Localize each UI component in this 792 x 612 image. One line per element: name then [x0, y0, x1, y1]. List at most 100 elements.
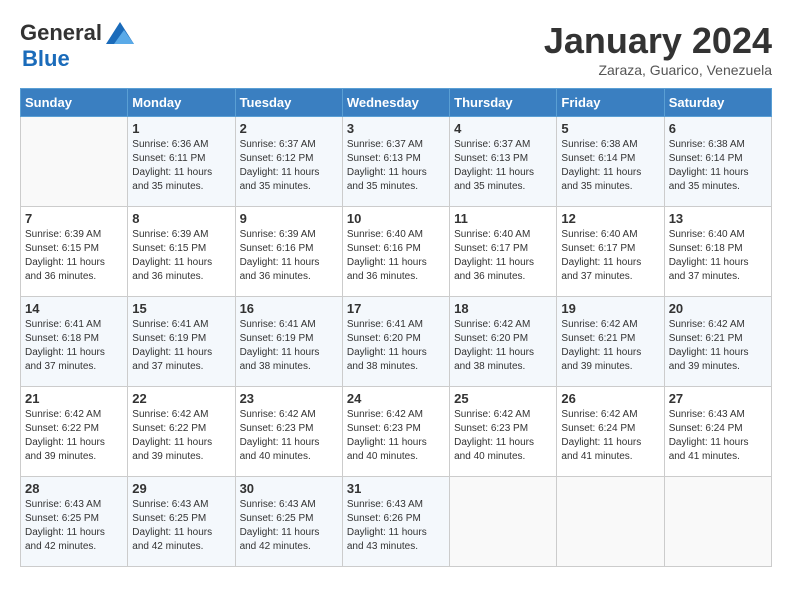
calendar-cell: 17 Sunrise: 6:41 AMSunset: 6:20 PMDayligh… [342, 297, 449, 387]
day-info: Sunrise: 6:38 AMSunset: 6:14 PMDaylight:… [561, 138, 659, 194]
day-number: 10 [347, 211, 445, 226]
day-number: 4 [454, 121, 552, 136]
calendar-cell: 23 Sunrise: 6:42 AMSunset: 6:23 PMDayligh… [235, 387, 342, 477]
day-number: 8 [132, 211, 230, 226]
weekday-header: Wednesday [342, 89, 449, 117]
day-info: Sunrise: 6:42 AMSunset: 6:22 PMDaylight:… [132, 408, 230, 464]
calendar-cell: 15Sunrise: 6:41 AMSunset: 6:19 PMDayligh… [128, 297, 235, 387]
calendar-cell [21, 117, 128, 207]
day-info: Sunrise: 6:40 AMSunset: 6:16 PMDaylight:… [347, 228, 445, 284]
calendar-week-row: 7Sunrise: 6:39 AMSunset: 6:15 PMDaylight… [21, 207, 772, 297]
weekday-header: Saturday [664, 89, 771, 117]
calendar-cell: 24 Sunrise: 6:42 AMSunset: 6:23 PMDayligh… [342, 387, 449, 477]
weekday-header: Friday [557, 89, 664, 117]
calendar-cell: 27 Sunrise: 6:43 AMSunset: 6:24 PMDayligh… [664, 387, 771, 477]
calendar-cell [450, 477, 557, 567]
day-number: 9 [240, 211, 338, 226]
day-info: Sunrise: 6:39 AMSunset: 6:15 PMDaylight:… [25, 228, 123, 284]
calendar-week-row: 21 Sunrise: 6:42 AMSunset: 6:22 PMDayligh… [21, 387, 772, 477]
calendar-cell: 13 Sunrise: 6:40 AMSunset: 6:18 PMDayligh… [664, 207, 771, 297]
calendar-cell: 22 Sunrise: 6:42 AMSunset: 6:22 PMDayligh… [128, 387, 235, 477]
day-info: Sunrise: 6:39 AMSunset: 6:15 PMDaylight:… [132, 228, 230, 284]
calendar-cell: 7Sunrise: 6:39 AMSunset: 6:15 PMDaylight… [21, 207, 128, 297]
day-info: Sunrise: 6:43 AMSunset: 6:26 PMDaylight:… [347, 498, 445, 554]
day-info: Sunrise: 6:38 AMSunset: 6:14 PMDaylight:… [669, 138, 767, 194]
day-info: Sunrise: 6:43 AMSunset: 6:25 PMDaylight:… [25, 498, 123, 554]
calendar-week-row: 14 Sunrise: 6:41 AMSunset: 6:18 PMDayligh… [21, 297, 772, 387]
day-number: 29 [132, 481, 230, 496]
calendar-cell: 14 Sunrise: 6:41 AMSunset: 6:18 PMDayligh… [21, 297, 128, 387]
day-number: 20 [669, 301, 767, 316]
title-area: January 2024 Zaraza, Guarico, Venezuela [544, 20, 772, 78]
day-info: Sunrise: 6:40 AMSunset: 6:17 PMDaylight:… [561, 228, 659, 284]
day-info: Sunrise: 6:42 AMSunset: 6:24 PMDaylight:… [561, 408, 659, 464]
day-info: Sunrise: 6:42 AMSunset: 6:23 PMDaylight:… [347, 408, 445, 464]
calendar-cell: 9 Sunrise: 6:39 AMSunset: 6:16 PMDaylight… [235, 207, 342, 297]
weekday-header: Sunday [21, 89, 128, 117]
day-number: 16 [240, 301, 338, 316]
day-info: Sunrise: 6:42 AMSunset: 6:23 PMDaylight:… [240, 408, 338, 464]
day-info: Sunrise: 6:41 AMSunset: 6:20 PMDaylight:… [347, 318, 445, 374]
day-info: Sunrise: 6:42 AMSunset: 6:22 PMDaylight:… [25, 408, 123, 464]
day-info: Sunrise: 6:43 AMSunset: 6:25 PMDaylight:… [132, 498, 230, 554]
calendar-cell: 28 Sunrise: 6:43 AMSunset: 6:25 PMDayligh… [21, 477, 128, 567]
calendar-cell: 16Sunrise: 6:41 AMSunset: 6:19 PMDayligh… [235, 297, 342, 387]
day-info: Sunrise: 6:36 AMSunset: 6:11 PMDaylight:… [132, 138, 230, 194]
calendar-cell: 4Sunrise: 6:37 AMSunset: 6:13 PMDaylight… [450, 117, 557, 207]
day-info: Sunrise: 6:39 AMSunset: 6:16 PMDaylight:… [240, 228, 338, 284]
day-number: 25 [454, 391, 552, 406]
calendar-cell: 1 Sunrise: 6:36 AMSunset: 6:11 PMDaylight… [128, 117, 235, 207]
day-number: 13 [669, 211, 767, 226]
day-number: 18 [454, 301, 552, 316]
day-number: 27 [669, 391, 767, 406]
day-info: Sunrise: 6:37 AMSunset: 6:13 PMDaylight:… [347, 138, 445, 194]
weekday-header: Thursday [450, 89, 557, 117]
calendar-cell: 8 Sunrise: 6:39 AMSunset: 6:15 PMDaylight… [128, 207, 235, 297]
day-number: 6 [669, 121, 767, 136]
day-number: 1 [132, 121, 230, 136]
month-title: January 2024 [544, 20, 772, 62]
day-info: Sunrise: 6:40 AMSunset: 6:17 PMDaylight:… [454, 228, 552, 284]
calendar-cell: 12 Sunrise: 6:40 AMSunset: 6:17 PMDayligh… [557, 207, 664, 297]
calendar-cell: 25 Sunrise: 6:42 AMSunset: 6:23 PMDayligh… [450, 387, 557, 477]
day-info: Sunrise: 6:42 AMSunset: 6:23 PMDaylight:… [454, 408, 552, 464]
logo-text-general: General [20, 20, 102, 46]
day-number: 11 [454, 211, 552, 226]
day-number: 23 [240, 391, 338, 406]
calendar-cell: 5 Sunrise: 6:38 AMSunset: 6:14 PMDaylight… [557, 117, 664, 207]
weekday-header: Tuesday [235, 89, 342, 117]
day-number: 17 [347, 301, 445, 316]
day-info: Sunrise: 6:41 AMSunset: 6:18 PMDaylight:… [25, 318, 123, 374]
calendar-cell: 10 Sunrise: 6:40 AMSunset: 6:16 PMDayligh… [342, 207, 449, 297]
day-number: 5 [561, 121, 659, 136]
calendar-cell: 3Sunrise: 6:37 AMSunset: 6:13 PMDaylight… [342, 117, 449, 207]
calendar-cell: 2Sunrise: 6:37 AMSunset: 6:12 PMDaylight… [235, 117, 342, 207]
day-number: 12 [561, 211, 659, 226]
weekday-header-row: SundayMondayTuesdayWednesdayThursdayFrid… [21, 89, 772, 117]
day-info: Sunrise: 6:41 AMSunset: 6:19 PMDaylight:… [132, 318, 230, 374]
calendar-cell: 21 Sunrise: 6:42 AMSunset: 6:22 PMDayligh… [21, 387, 128, 477]
logo: General Blue [20, 20, 134, 72]
day-number: 14 [25, 301, 123, 316]
calendar-cell: 30Sunrise: 6:43 AMSunset: 6:25 PMDayligh… [235, 477, 342, 567]
day-number: 22 [132, 391, 230, 406]
day-number: 28 [25, 481, 123, 496]
logo-text-blue: Blue [22, 46, 70, 71]
day-info: Sunrise: 6:37 AMSunset: 6:12 PMDaylight:… [240, 138, 338, 194]
day-info: Sunrise: 6:42 AMSunset: 6:21 PMDaylight:… [669, 318, 767, 374]
calendar-week-row: 28 Sunrise: 6:43 AMSunset: 6:25 PMDayligh… [21, 477, 772, 567]
calendar-cell: 11 Sunrise: 6:40 AMSunset: 6:17 PMDayligh… [450, 207, 557, 297]
calendar-cell: 18Sunrise: 6:42 AMSunset: 6:20 PMDayligh… [450, 297, 557, 387]
calendar-cell [664, 477, 771, 567]
calendar-cell: 20 Sunrise: 6:42 AMSunset: 6:21 PMDayligh… [664, 297, 771, 387]
calendar-cell: 29 Sunrise: 6:43 AMSunset: 6:25 PMDayligh… [128, 477, 235, 567]
day-number: 26 [561, 391, 659, 406]
day-info: Sunrise: 6:43 AMSunset: 6:24 PMDaylight:… [669, 408, 767, 464]
logo-icon [106, 22, 134, 44]
calendar-cell: 19Sunrise: 6:42 AMSunset: 6:21 PMDayligh… [557, 297, 664, 387]
day-number: 30 [240, 481, 338, 496]
day-info: Sunrise: 6:40 AMSunset: 6:18 PMDaylight:… [669, 228, 767, 284]
day-info: Sunrise: 6:42 AMSunset: 6:21 PMDaylight:… [561, 318, 659, 374]
day-number: 21 [25, 391, 123, 406]
day-number: 24 [347, 391, 445, 406]
